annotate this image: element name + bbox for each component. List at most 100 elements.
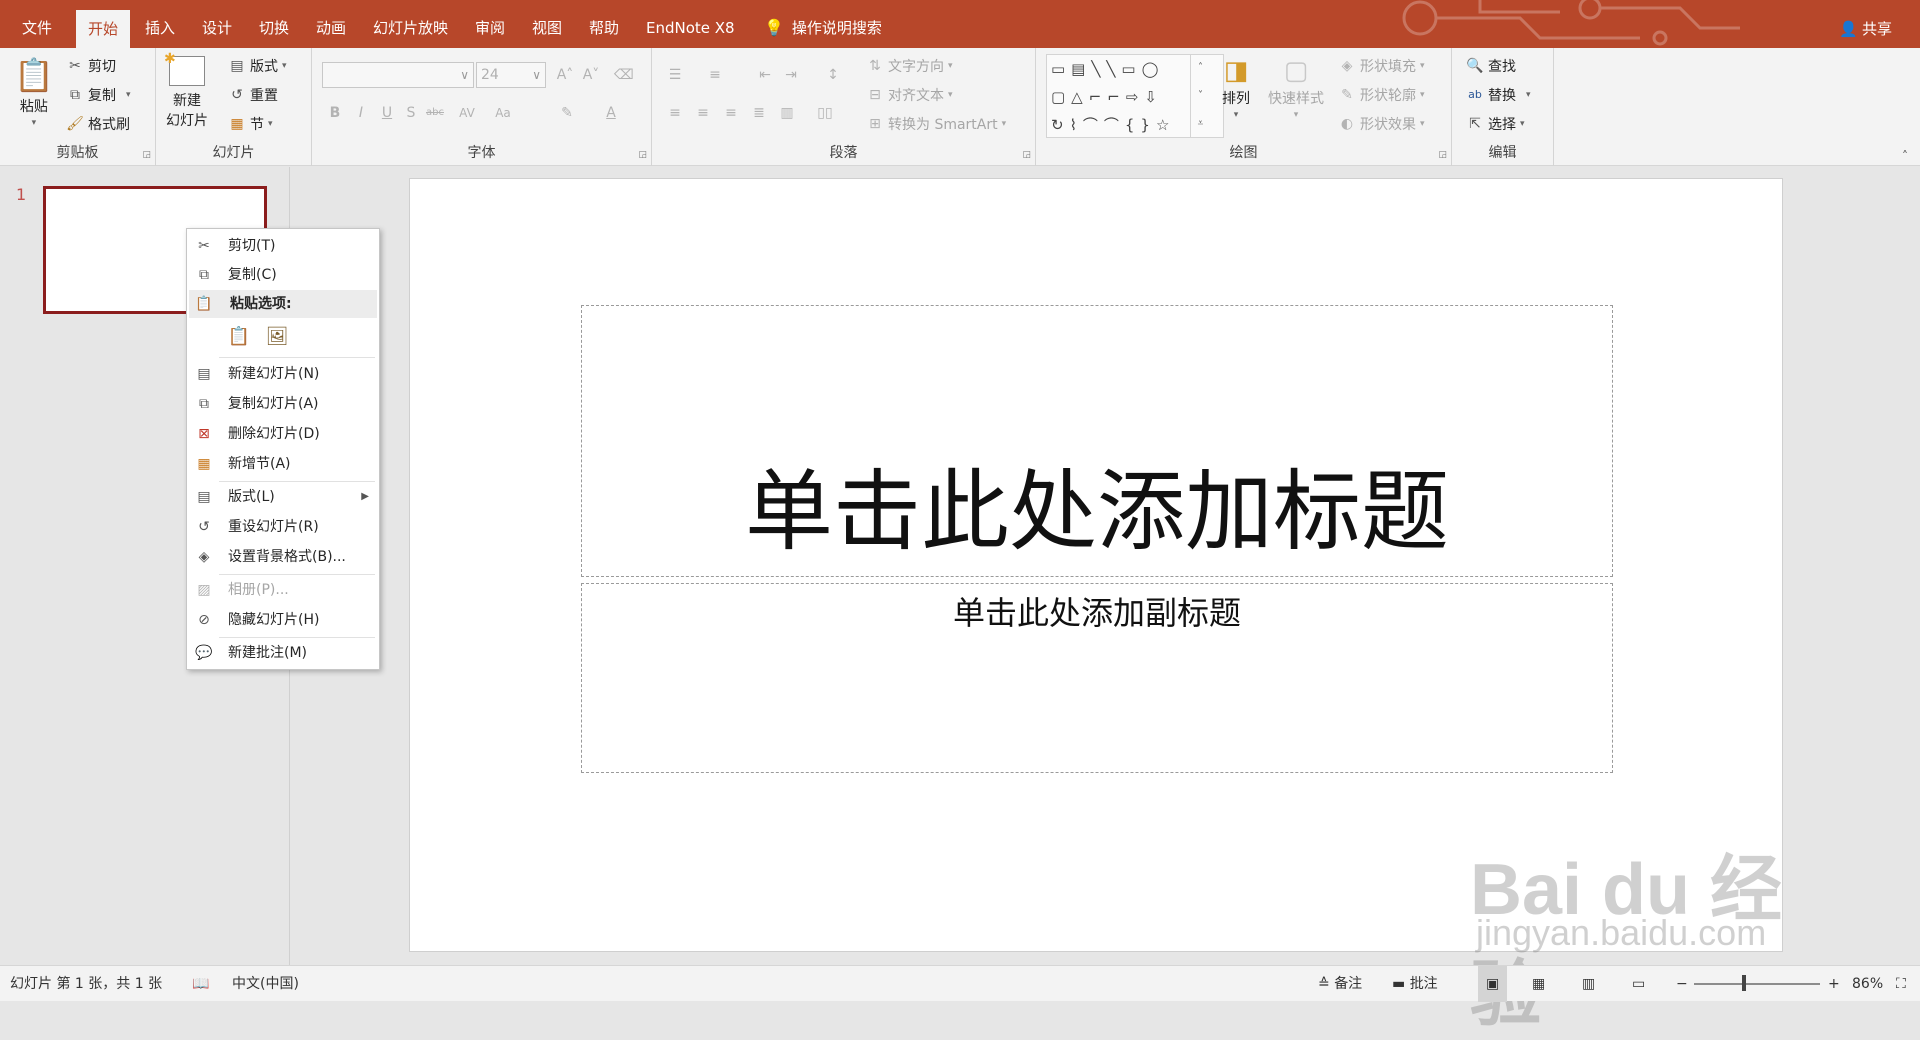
tab-slideshow[interactable]: 幻灯片放映 bbox=[373, 0, 448, 48]
comment-icon: 💬 bbox=[195, 645, 213, 661]
line-spacing-icon[interactable]: ↕ bbox=[824, 66, 842, 84]
dialog-launcher-icon[interactable]: ◲ bbox=[638, 150, 647, 160]
text-direction-button[interactable]: ⇅ 文字方向 ▾ bbox=[866, 56, 952, 76]
grow-font-icon[interactable]: A˄ bbox=[556, 66, 574, 84]
zoom-slider-thumb[interactable] bbox=[1742, 975, 1746, 991]
chevron-up-icon[interactable]: ˄ bbox=[1191, 54, 1210, 82]
shape-effects-button[interactable]: ◐ 形状效果 ▾ bbox=[1338, 114, 1425, 134]
menu-item-format-background[interactable]: ◈ 设置背景格式(B)... bbox=[187, 543, 379, 571]
menu-item-delete-slide[interactable]: ⊠ 删除幻灯片(D) bbox=[187, 420, 379, 448]
columns-icon[interactable]: ▯▯ bbox=[816, 104, 834, 122]
text-direction-icon: ⇅ bbox=[869, 58, 881, 74]
tab-review[interactable]: 审阅 bbox=[475, 0, 505, 48]
dialog-launcher-icon[interactable]: ◲ bbox=[1022, 150, 1031, 160]
language-status[interactable]: 中文(中国) bbox=[232, 966, 299, 1002]
notes-button[interactable]: ≙ 备注 bbox=[1318, 966, 1362, 1002]
share-button[interactable]: 👤 共享 bbox=[1839, 0, 1892, 48]
menu-item-reset-slide[interactable]: ↺ 重设幻灯片(R) bbox=[187, 513, 379, 541]
shape-outline-button[interactable]: ✎ 形状轮廓 ▾ bbox=[1338, 85, 1424, 105]
format-painter-button[interactable]: 🖌 格式刷 bbox=[66, 114, 130, 134]
tab-file[interactable]: 文件 bbox=[22, 0, 52, 48]
change-case-icon[interactable]: Aa bbox=[494, 104, 512, 122]
distributed-icon[interactable]: ▥ bbox=[778, 104, 796, 122]
chevron-down-icon[interactable]: ˅ bbox=[1191, 82, 1210, 110]
char-spacing-icon[interactable]: AV bbox=[458, 104, 476, 122]
dialog-launcher-icon[interactable]: ◲ bbox=[142, 150, 151, 160]
tell-me-search[interactable]: 💡 操作说明搜索 bbox=[764, 0, 882, 48]
menu-item-new-comment[interactable]: 💬 新建批注(M) bbox=[187, 639, 379, 667]
spellcheck-icon[interactable]: 📖 bbox=[192, 966, 209, 1002]
tab-insert[interactable]: 插入 bbox=[145, 0, 175, 48]
section-button[interactable]: ▦ 节 ▾ bbox=[228, 114, 272, 134]
menu-item-cut[interactable]: ✂ 剪切(T) bbox=[187, 232, 379, 260]
gallery-scroll[interactable]: ˄ ˅ ⩡ bbox=[1190, 54, 1210, 138]
convert-smartart-button[interactable]: ⊞ 转换为 SmartArt ▾ bbox=[866, 114, 1006, 134]
slide-sorter-icon[interactable]: ▦ bbox=[1532, 966, 1545, 1002]
slideshow-icon[interactable]: ▭ bbox=[1632, 966, 1645, 1002]
menu-item-new-slide[interactable]: ▤ 新建幻灯片(N) bbox=[187, 360, 379, 388]
comments-button[interactable]: ▬ 批注 bbox=[1392, 966, 1438, 1002]
align-text-button[interactable]: ⊟ 对齐文本 ▾ bbox=[866, 85, 952, 105]
tab-view[interactable]: 视图 bbox=[532, 0, 562, 48]
more-icon[interactable]: ⩡ bbox=[1191, 110, 1210, 138]
decrease-indent-icon[interactable]: ⇤ bbox=[756, 66, 774, 84]
zoom-in-icon[interactable]: + bbox=[1828, 966, 1840, 1002]
quick-styles-button[interactable]: ▢ 快速样式 ▾ bbox=[1268, 56, 1324, 120]
reset-button[interactable]: ↺ 重置 bbox=[228, 85, 278, 105]
shrink-font-icon[interactable]: A˅ bbox=[582, 66, 600, 84]
tab-home[interactable]: 开始 bbox=[76, 10, 131, 48]
zoom-level[interactable]: 86% bbox=[1852, 966, 1883, 1002]
zoom-out-icon[interactable]: − bbox=[1676, 966, 1688, 1002]
new-slide-button[interactable]: ✱ 新建 幻灯片 bbox=[164, 51, 208, 130]
menu-item-add-section[interactable]: ▦ 新增节(A) bbox=[187, 450, 379, 478]
subtitle-placeholder[interactable]: 单击此处添加副标题 bbox=[581, 583, 1613, 773]
paste-use-destination-theme-icon[interactable]: 📋 bbox=[227, 325, 251, 349]
tab-animations[interactable]: 动画 bbox=[316, 0, 346, 48]
align-text-label: 对齐文本 bbox=[888, 88, 944, 104]
fit-slide-icon[interactable]: ⛶ bbox=[1896, 966, 1906, 1002]
bold-icon[interactable]: B bbox=[326, 104, 344, 122]
layout-button[interactable]: ▤ 版式 ▾ bbox=[228, 56, 286, 76]
find-button[interactable]: 🔍 查找 bbox=[1466, 56, 1516, 76]
zoom-slider-track[interactable] bbox=[1694, 983, 1820, 985]
paste-button[interactable]: 📋 粘贴 ▾ bbox=[14, 56, 54, 128]
menu-item-copy[interactable]: ⧉ 复制(C) bbox=[187, 261, 379, 289]
font-size-combo[interactable]: 24 ∨ bbox=[476, 62, 546, 88]
chevron-down-icon: ▾ bbox=[1526, 90, 1531, 100]
highlight-icon[interactable]: ✎ bbox=[558, 104, 576, 122]
shadow-icon[interactable]: S bbox=[402, 104, 420, 122]
menu-item-duplicate-slide[interactable]: ⧉ 复制幻灯片(A) bbox=[187, 390, 379, 418]
tab-design[interactable]: 设计 bbox=[202, 0, 232, 48]
dialog-launcher-icon[interactable]: ◲ bbox=[1438, 150, 1447, 160]
menu-item-layout[interactable]: ▤ 版式(L) ▶ bbox=[187, 483, 379, 511]
arrange-button[interactable]: ◨ 排列 ▾ bbox=[1222, 56, 1250, 120]
collapse-ribbon-icon[interactable]: ˄ bbox=[1902, 149, 1908, 163]
menu-label-add-section: 新增节(A) bbox=[228, 456, 291, 472]
strikethrough-icon[interactable]: abc bbox=[426, 104, 444, 122]
tab-endnote[interactable]: EndNote X8 bbox=[646, 0, 735, 48]
shape-fill-button[interactable]: ◈ 形状填充 ▾ bbox=[1338, 56, 1425, 76]
paste-as-picture-icon[interactable]: 🖼 bbox=[265, 325, 289, 349]
select-button[interactable]: ⇱ 选择 ▾ bbox=[1466, 114, 1524, 134]
font-name-combo[interactable]: ∨ bbox=[322, 62, 474, 88]
italic-icon[interactable]: I bbox=[352, 104, 370, 122]
align-right-icon[interactable]: ≡ bbox=[722, 104, 740, 122]
menu-item-hide-slide[interactable]: ⊘ 隐藏幻灯片(H) bbox=[187, 606, 379, 634]
replace-button[interactable]: ab 替换 ▾ bbox=[1466, 85, 1531, 105]
align-left-icon[interactable]: ≡ bbox=[666, 104, 684, 122]
title-placeholder[interactable]: 单击此处添加标题 bbox=[581, 305, 1613, 577]
underline-icon[interactable]: U bbox=[378, 104, 396, 122]
tab-transitions[interactable]: 切换 bbox=[259, 0, 289, 48]
copy-button[interactable]: ⧉ 复制 ▾ bbox=[66, 85, 131, 105]
tab-help[interactable]: 帮助 bbox=[589, 0, 619, 48]
increase-indent-icon[interactable]: ⇥ bbox=[782, 66, 800, 84]
clear-format-icon[interactable]: ⌫ bbox=[614, 66, 634, 84]
numbering-icon[interactable]: ≡ bbox=[706, 66, 724, 84]
normal-view-icon[interactable]: ▣ bbox=[1478, 966, 1508, 1002]
font-color-icon[interactable]: A bbox=[602, 104, 620, 122]
align-center-icon[interactable]: ≡ bbox=[694, 104, 712, 122]
justify-icon[interactable]: ≣ bbox=[750, 104, 768, 122]
reading-view-icon[interactable]: ▥ bbox=[1582, 966, 1595, 1002]
bullets-icon[interactable]: ☰ bbox=[666, 66, 684, 84]
cut-button[interactable]: ✂ 剪切 bbox=[66, 56, 116, 76]
